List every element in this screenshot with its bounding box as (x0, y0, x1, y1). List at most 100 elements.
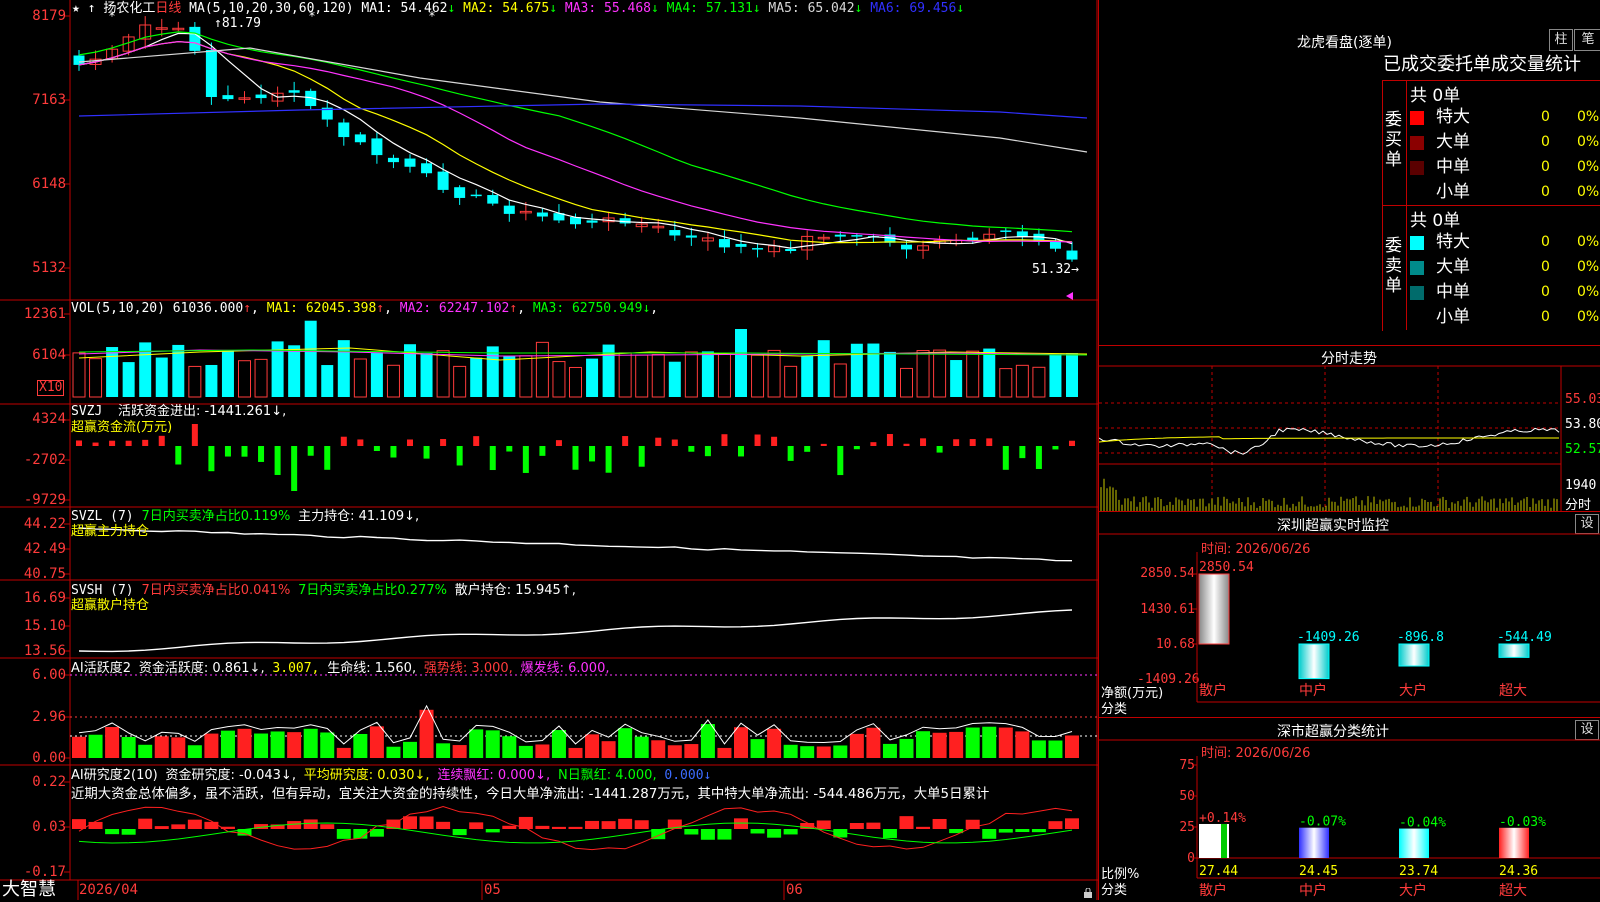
ai1-burst: 爆发线: 6.000, (520, 661, 610, 676)
svzj-bar (870, 442, 877, 446)
svzj-bar (920, 438, 927, 446)
ai2-bar (353, 829, 368, 839)
pen-mode-button[interactable]: 笔 (1574, 29, 1600, 51)
candle-body (685, 235, 697, 238)
candle-body (404, 158, 416, 167)
ai2-consecutive: 连续飘红: 0.000↓, (437, 768, 551, 783)
classify-label-4: 超大 (1499, 883, 1527, 899)
ai2-bar (783, 829, 798, 835)
vol-bar (72, 352, 86, 398)
candle-body (901, 244, 912, 250)
classify-pct-3: -0.04% (1399, 816, 1446, 831)
ai1-bar (287, 732, 302, 758)
ai1-bar (1048, 740, 1063, 758)
svzj-bar (258, 446, 265, 462)
buy-row-name-2: 大单 (1436, 132, 1470, 152)
vol-yaxis-2: 6104 (32, 347, 66, 363)
monitor-bar-1 (1198, 573, 1230, 645)
vol-bar (304, 320, 317, 397)
vol-bar (486, 346, 499, 397)
vol-ma-value-2: 62247.102 (438, 301, 510, 316)
svzj-bar (837, 446, 844, 476)
intraday-chart[interactable] (1099, 346, 1600, 511)
intraday-price-line (1099, 427, 1560, 455)
buy-row-pct-2: 0% (1577, 134, 1600, 150)
vol-bar (833, 363, 847, 398)
vol-bar (106, 347, 119, 397)
vol-bar (916, 350, 930, 398)
candle-body (1066, 250, 1078, 260)
candle-body (371, 138, 383, 156)
vol-value: 61036.000 (172, 301, 244, 316)
sell-row-swatch-1 (1410, 236, 1424, 250)
sell-row-pct-1: 0% (1577, 234, 1600, 250)
main-yaxis-4: 5132 (32, 260, 66, 276)
candle-body (189, 26, 201, 51)
svzj-bar (638, 446, 645, 467)
svzj-bar (1069, 440, 1075, 446)
intraday-yaxis-1: 55.03 (1565, 392, 1600, 407)
svzj-bar (109, 440, 116, 446)
svzj-bar (357, 439, 364, 446)
ai2-bar (916, 826, 931, 829)
intraday-panel[interactable]: 分时走势 55.03 53.80 52.57 1940 分时 (1099, 346, 1600, 513)
classify-bar-chart[interactable]: +0.14% 27.44 散户 -0.07% 24.45 中户 -0.04% 23.74 大户 -… (1099, 718, 1600, 900)
svzj-bar (1002, 446, 1009, 470)
ai2-bar (154, 826, 169, 829)
svzl-holding: 主力持仓: 41.109↓, (298, 509, 420, 524)
vol-bar (122, 362, 135, 397)
ai1-bar (634, 736, 649, 758)
vol-bar (668, 361, 681, 397)
vol-bar (999, 368, 1013, 398)
stock-period[interactable]: 日线 (155, 1, 181, 16)
star-icon[interactable]: ★ (72, 1, 80, 16)
monitor-bar-chart[interactable]: 2850.54 散户 -1409.26 中户 -896.8 大户 -544.49 超大 (1099, 512, 1600, 717)
ai1-bar (237, 728, 252, 758)
ai1-bar (105, 727, 120, 758)
ai1-bar (502, 736, 517, 758)
order-stats-tab[interactable]: 已成交委托单成交量统计 (1383, 54, 1581, 76)
ai2-bar (551, 826, 566, 829)
classify-value-1: 27.44 (1199, 864, 1238, 879)
ai2-bar (866, 822, 881, 829)
ai1-bar (485, 730, 500, 758)
sell-orders-label: 委卖单 (1385, 236, 1402, 296)
ai1-yaxis-3: 0.00 (32, 750, 66, 766)
ai2-bar (320, 824, 335, 829)
sell-row-name-3: 中单 (1436, 282, 1470, 302)
buy-orders-label: 委买单 (1385, 110, 1402, 170)
candle-body (470, 194, 482, 197)
ai2-comment: 近期大资金总体偏多，虽不活跃，但有异动，宜关注大资金的持续性，今日大单净流出: … (71, 787, 990, 802)
ma-arrow-6: ↓ (956, 1, 965, 16)
candle-body (586, 220, 598, 223)
ai2-last: 0.000↓ (664, 768, 712, 783)
up-arrow-icon[interactable]: ↑ (88, 1, 96, 16)
svzj-bar (324, 446, 331, 470)
svzj-bar (340, 436, 347, 446)
svzj-bar (76, 440, 82, 446)
ma-label-6: MA6: (862, 1, 910, 16)
ai1-bar (369, 726, 384, 758)
ai1-bar (816, 746, 831, 758)
chart-area[interactable]: * * * ★ ↑ 扬农化工日线 MA(5,10,20,30,60,120) MA1… (0, 0, 1098, 900)
candle-body (454, 187, 466, 198)
intraday-yaxis-3: 52.57 (1565, 442, 1600, 457)
vol-bar (321, 365, 334, 397)
buy-row-qty-3: 0 (1541, 159, 1550, 175)
ma-value-6: 69.456 (909, 1, 957, 16)
ai2-bar (105, 829, 120, 835)
classify-pct-2: -0.07% (1299, 815, 1346, 830)
ai1-bar (601, 741, 616, 758)
svzl-title: SVZL (7) (71, 509, 134, 524)
ai1-bar (303, 728, 318, 758)
vol-bar (618, 352, 632, 398)
lock-icon[interactable] (1083, 883, 1093, 898)
vol-bar (1049, 354, 1062, 397)
ai1-bar (320, 732, 335, 758)
sell-total: 共 0单 (1410, 211, 1461, 231)
candle-body (1000, 230, 1012, 232)
vol-ma-arrow-3: ↓ (642, 301, 651, 316)
right-sidebar: 龙虎看盘(逐单) 柱 笔 已成交委托单成交量统计 委买单 委卖单 共 0单 共 … (1098, 0, 1600, 900)
chart-canvas[interactable]: * * * (0, 0, 1098, 900)
bar-mode-button[interactable]: 柱 (1549, 29, 1573, 51)
